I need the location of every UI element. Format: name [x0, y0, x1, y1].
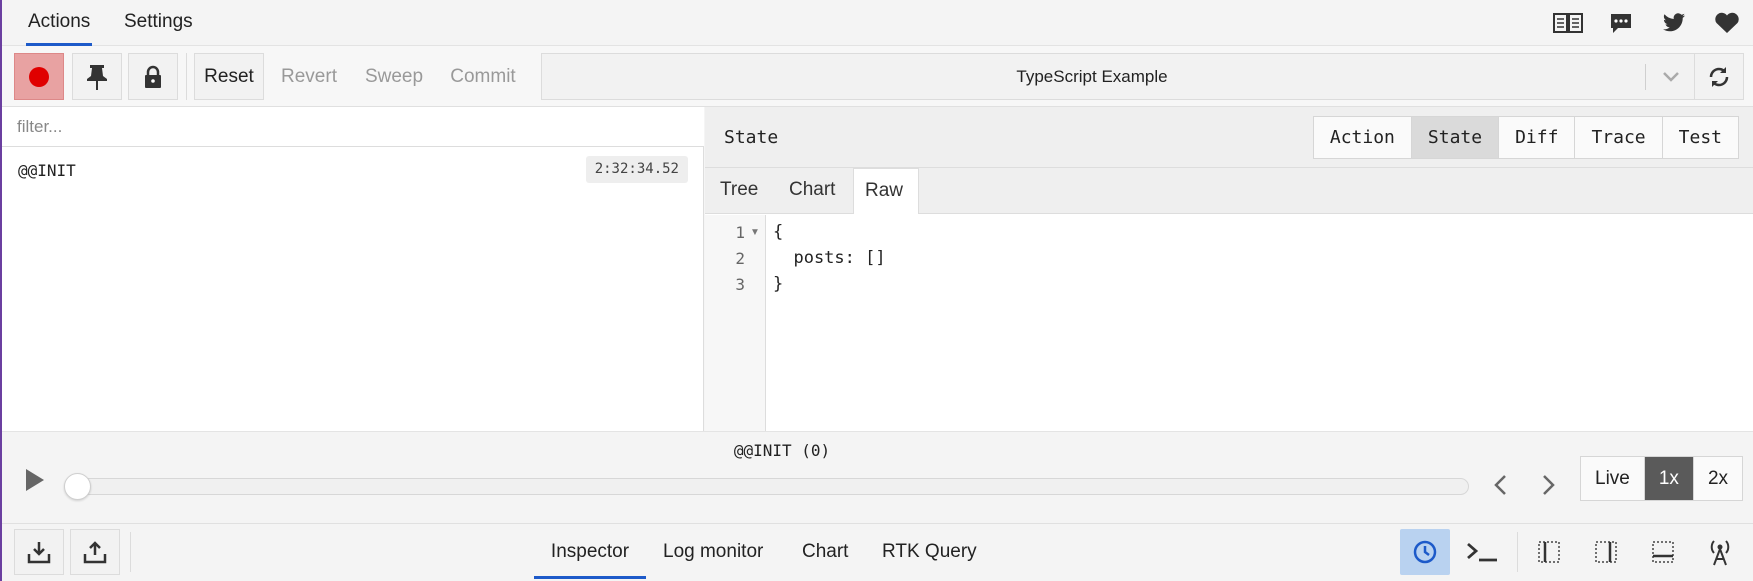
code-line: posts: []	[773, 248, 886, 268]
record-button[interactable]	[14, 53, 64, 100]
tab-chart[interactable]: Chart	[789, 168, 835, 214]
tab-test[interactable]: Test	[1661, 117, 1738, 158]
dock-left-icon[interactable]	[1524, 529, 1574, 575]
top-icons	[1541, 0, 1753, 46]
tab-log-monitor[interactable]: Log monitor	[663, 524, 763, 579]
inspector-header: State Action State Diff Trace Test	[705, 107, 1753, 168]
revert-button[interactable]: Revert	[268, 53, 350, 100]
tab-action[interactable]: Action	[1314, 117, 1411, 158]
inspector-pane: State Action State Diff Trace Test Tree …	[705, 107, 1753, 431]
toolbar: Reset Revert Sweep Commit TypeScript Exa…	[2, 46, 1753, 107]
commit-button[interactable]: Commit	[438, 53, 528, 100]
slider-thumb[interactable]	[64, 473, 91, 500]
instance-label: TypeScript Example	[1016, 67, 1168, 86]
action-name: @@INIT	[18, 161, 76, 180]
reset-button[interactable]: Reset	[194, 53, 264, 100]
line-number: 2	[735, 249, 745, 268]
book-icon[interactable]	[1541, 0, 1594, 46]
action-timestamp: 2:32:34.52	[585, 156, 688, 183]
current-action-label: @@INIT (0)	[733, 441, 831, 460]
inspector-title: State	[724, 127, 779, 148]
slider-track[interactable]	[68, 478, 1469, 495]
pin-button[interactable]	[72, 53, 122, 100]
top-nav: Actions Settings	[2, 0, 1753, 46]
fold-arrow-icon[interactable]: ▼	[750, 227, 760, 238]
tab-trace[interactable]: Trace	[1574, 117, 1661, 158]
tab-settings-label: Settings	[124, 11, 193, 32]
remote-broadcast-icon[interactable]	[1695, 529, 1745, 575]
remote-timer-icon[interactable]	[1400, 529, 1450, 575]
lock-icon	[145, 65, 161, 88]
filter-input[interactable]	[2, 107, 704, 147]
speed-selector: Live 1x 2x	[1580, 456, 1744, 501]
code-line: {	[773, 222, 784, 242]
chat-icon[interactable]	[1594, 0, 1647, 46]
revert-label: Revert	[281, 65, 337, 87]
sweep-button[interactable]: Sweep	[354, 53, 434, 100]
chevron-left-icon[interactable]	[1490, 472, 1512, 503]
tab-settings[interactable]: Settings	[124, 0, 193, 46]
tab-actions-label: Actions	[28, 11, 91, 32]
record-icon	[29, 66, 49, 87]
commit-label: Commit	[450, 65, 516, 87]
download-icon	[27, 542, 51, 564]
speed-1x[interactable]: 1x	[1643, 457, 1693, 500]
tab-actions[interactable]: Actions	[26, 0, 92, 46]
instance-select[interactable]: TypeScript Example	[541, 53, 1741, 100]
dock-right-icon[interactable]	[1581, 529, 1631, 575]
instance-divider	[1645, 64, 1646, 90]
upload-icon	[83, 541, 107, 564]
sweep-label: Sweep	[364, 65, 424, 87]
lock-button[interactable]	[128, 53, 178, 100]
import-button[interactable]	[14, 529, 64, 575]
tab-diff[interactable]: Diff	[1498, 117, 1574, 158]
export-button[interactable]	[70, 529, 120, 575]
tab-state[interactable]: State	[1410, 117, 1499, 158]
code-line: }	[773, 274, 784, 294]
chevron-down-icon[interactable]	[1660, 65, 1682, 92]
speed-2x[interactable]: 2x	[1692, 457, 1742, 500]
raw-editor[interactable]: 1 ▼ 2 3 { posts: [] }	[705, 215, 1753, 431]
footer: Inspector Log monitor Chart RTK Query	[2, 523, 1753, 581]
twitter-icon[interactable]	[1647, 0, 1700, 46]
dock-bottom-icon[interactable]	[1638, 529, 1688, 575]
toolbar-divider	[186, 53, 187, 100]
tab-raw[interactable]: Raw	[853, 168, 919, 214]
pin-icon	[87, 64, 107, 90]
line-number: 3	[735, 275, 745, 294]
sync-icon	[1709, 66, 1729, 87]
tab-chart-monitor[interactable]: Chart	[802, 524, 848, 579]
footer-divider	[130, 532, 131, 572]
action-list-item[interactable]: @@INIT 2:32:34.52	[2, 155, 704, 187]
action-list-pane: @@INIT 2:32:34.52	[2, 107, 704, 431]
monitor-tabs: Action State Diff Trace Test	[1312, 116, 1739, 159]
heart-icon[interactable]	[1700, 0, 1753, 46]
play-icon[interactable]	[22, 466, 48, 499]
footer-divider	[1517, 532, 1518, 572]
line-number: 1	[735, 223, 745, 242]
tab-rtk-query[interactable]: RTK Query	[882, 524, 977, 579]
reset-label: Reset	[204, 65, 254, 87]
tab-tree[interactable]: Tree	[720, 168, 758, 214]
terminal-icon[interactable]	[1457, 529, 1507, 575]
tab-inspector[interactable]: Inspector	[534, 524, 646, 579]
sync-button[interactable]	[1694, 53, 1744, 100]
slider-bar: @@INIT (0) Live 1x 2x	[2, 431, 1753, 523]
line-gutter: 1 ▼ 2 3	[705, 215, 766, 431]
speed-live[interactable]: Live	[1581, 457, 1644, 500]
view-tabs: Tree Chart Raw	[705, 168, 1753, 214]
chevron-right-icon[interactable]	[1537, 472, 1559, 503]
